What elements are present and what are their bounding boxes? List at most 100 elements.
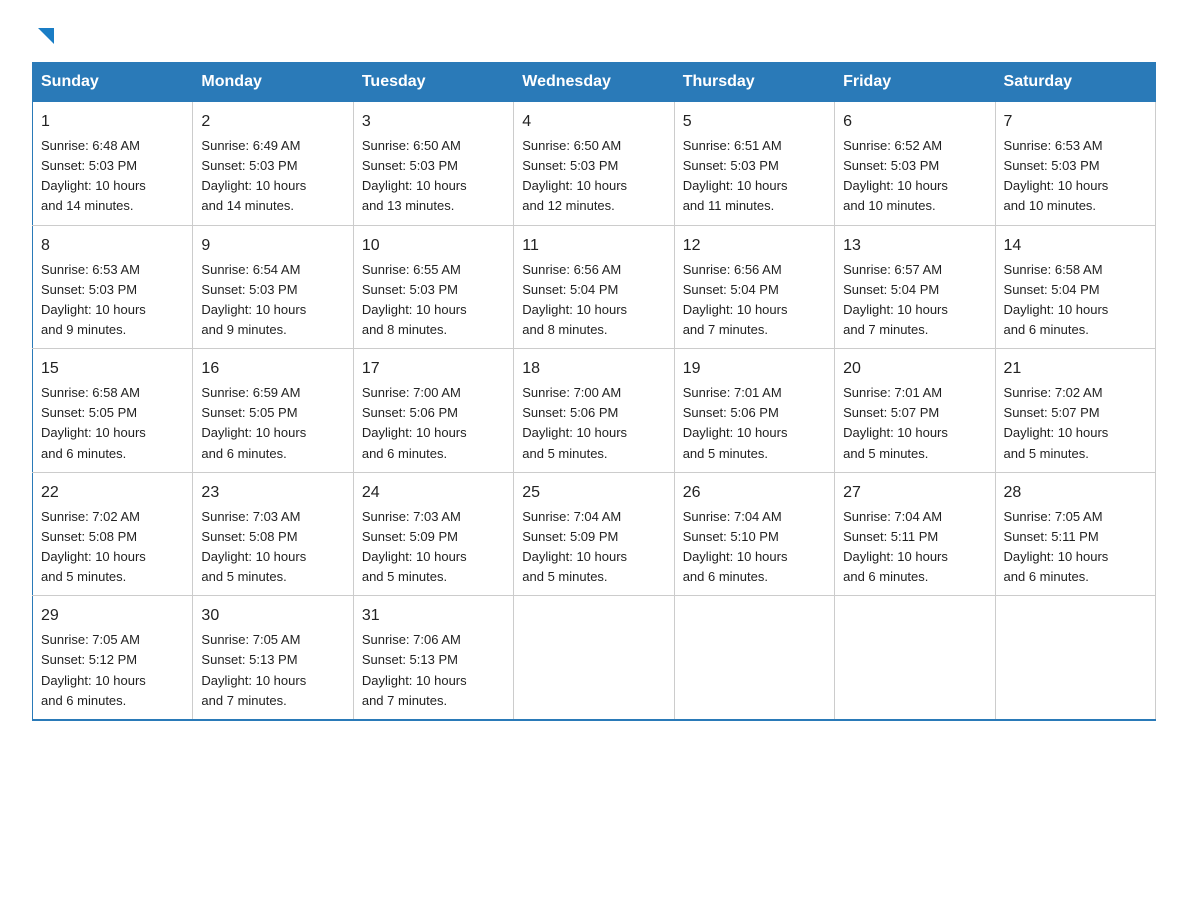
day-info: Sunrise: 7:04 AMSunset: 5:09 PMDaylight:…	[522, 509, 627, 584]
day-number: 19	[683, 357, 826, 381]
week-row-5: 29 Sunrise: 7:05 AMSunset: 5:12 PMDayligh…	[33, 596, 1156, 720]
day-number: 23	[201, 481, 344, 505]
day-number: 11	[522, 234, 665, 258]
day-cell: 11 Sunrise: 6:56 AMSunset: 5:04 PMDayligh…	[514, 225, 674, 349]
day-cell: 20 Sunrise: 7:01 AMSunset: 5:07 PMDayligh…	[835, 349, 995, 473]
day-cell: 22 Sunrise: 7:02 AMSunset: 5:08 PMDayligh…	[33, 472, 193, 596]
day-info: Sunrise: 6:56 AMSunset: 5:04 PMDaylight:…	[522, 262, 627, 337]
day-cell: 18 Sunrise: 7:00 AMSunset: 5:06 PMDayligh…	[514, 349, 674, 473]
col-header-friday: Friday	[835, 63, 995, 102]
day-info: Sunrise: 7:03 AMSunset: 5:08 PMDaylight:…	[201, 509, 306, 584]
calendar-table: SundayMondayTuesdayWednesdayThursdayFrid…	[32, 62, 1156, 721]
day-cell: 1 Sunrise: 6:48 AMSunset: 5:03 PMDaylight…	[33, 102, 193, 226]
day-info: Sunrise: 7:06 AMSunset: 5:13 PMDaylight:…	[362, 632, 467, 707]
day-number: 21	[1004, 357, 1147, 381]
col-header-tuesday: Tuesday	[353, 63, 513, 102]
col-header-monday: Monday	[193, 63, 353, 102]
day-number: 24	[362, 481, 505, 505]
day-cell: 24Sunrise: 7:03 AMSunset: 5:09 PMDayligh…	[353, 472, 513, 596]
day-cell: 12 Sunrise: 6:56 AMSunset: 5:04 PMDayligh…	[674, 225, 834, 349]
day-number: 3	[362, 110, 505, 134]
logo	[32, 24, 56, 46]
day-cell: 26 Sunrise: 7:04 AMSunset: 5:10 PMDayligh…	[674, 472, 834, 596]
day-cell: 29 Sunrise: 7:05 AMSunset: 5:12 PMDayligh…	[33, 596, 193, 720]
day-cell: 3 Sunrise: 6:50 AMSunset: 5:03 PMDaylight…	[353, 102, 513, 226]
day-info: Sunrise: 6:55 AMSunset: 5:03 PMDaylight:…	[362, 262, 467, 337]
day-cell: 16Sunrise: 6:59 AMSunset: 5:05 PMDayligh…	[193, 349, 353, 473]
day-info: Sunrise: 7:04 AMSunset: 5:10 PMDaylight:…	[683, 509, 788, 584]
day-number: 9	[201, 234, 344, 258]
day-cell: 23 Sunrise: 7:03 AMSunset: 5:08 PMDayligh…	[193, 472, 353, 596]
day-number: 12	[683, 234, 826, 258]
day-cell: 27 Sunrise: 7:04 AMSunset: 5:11 PMDayligh…	[835, 472, 995, 596]
day-number: 15	[41, 357, 184, 381]
day-cell: 8Sunrise: 6:53 AMSunset: 5:03 PMDaylight…	[33, 225, 193, 349]
day-cell: 28Sunrise: 7:05 AMSunset: 5:11 PMDayligh…	[995, 472, 1155, 596]
day-info: Sunrise: 6:50 AMSunset: 5:03 PMDaylight:…	[522, 138, 627, 213]
day-cell: 10 Sunrise: 6:55 AMSunset: 5:03 PMDayligh…	[353, 225, 513, 349]
day-cell: 2 Sunrise: 6:49 AMSunset: 5:03 PMDaylight…	[193, 102, 353, 226]
day-number: 6	[843, 110, 986, 134]
day-number: 26	[683, 481, 826, 505]
day-number: 30	[201, 604, 344, 628]
day-info: Sunrise: 7:00 AMSunset: 5:06 PMDaylight:…	[522, 385, 627, 460]
day-number: 25	[522, 481, 665, 505]
col-header-thursday: Thursday	[674, 63, 834, 102]
day-number: 4	[522, 110, 665, 134]
day-info: Sunrise: 7:00 AMSunset: 5:06 PMDaylight:…	[362, 385, 467, 460]
day-cell: 21 Sunrise: 7:02 AMSunset: 5:07 PMDayligh…	[995, 349, 1155, 473]
day-info: Sunrise: 6:53 AMSunset: 5:03 PMDaylight:…	[1004, 138, 1109, 213]
day-info: Sunrise: 7:02 AMSunset: 5:07 PMDaylight:…	[1004, 385, 1109, 460]
day-cell: 9Sunrise: 6:54 AMSunset: 5:03 PMDaylight…	[193, 225, 353, 349]
col-header-sunday: Sunday	[33, 63, 193, 102]
day-cell: 30 Sunrise: 7:05 AMSunset: 5:13 PMDayligh…	[193, 596, 353, 720]
day-info: Sunrise: 6:58 AMSunset: 5:05 PMDaylight:…	[41, 385, 146, 460]
week-row-2: 8Sunrise: 6:53 AMSunset: 5:03 PMDaylight…	[33, 225, 1156, 349]
day-info: Sunrise: 7:01 AMSunset: 5:07 PMDaylight:…	[843, 385, 948, 460]
day-number: 16	[201, 357, 344, 381]
week-row-4: 22 Sunrise: 7:02 AMSunset: 5:08 PMDayligh…	[33, 472, 1156, 596]
day-cell: 17 Sunrise: 7:00 AMSunset: 5:06 PMDayligh…	[353, 349, 513, 473]
day-info: Sunrise: 6:53 AMSunset: 5:03 PMDaylight:…	[41, 262, 146, 337]
day-info: Sunrise: 6:56 AMSunset: 5:04 PMDaylight:…	[683, 262, 788, 337]
logo-triangle-icon	[34, 24, 56, 46]
day-info: Sunrise: 7:04 AMSunset: 5:11 PMDaylight:…	[843, 509, 948, 584]
day-info: Sunrise: 7:05 AMSunset: 5:12 PMDaylight:…	[41, 632, 146, 707]
day-number: 20	[843, 357, 986, 381]
day-number: 17	[362, 357, 505, 381]
day-info: Sunrise: 6:57 AMSunset: 5:04 PMDaylight:…	[843, 262, 948, 337]
week-row-1: 1 Sunrise: 6:48 AMSunset: 5:03 PMDaylight…	[33, 102, 1156, 226]
day-cell: 7 Sunrise: 6:53 AMSunset: 5:03 PMDaylight…	[995, 102, 1155, 226]
day-info: Sunrise: 6:50 AMSunset: 5:03 PMDaylight:…	[362, 138, 467, 213]
day-number: 29	[41, 604, 184, 628]
day-cell: 5Sunrise: 6:51 AMSunset: 5:03 PMDaylight…	[674, 102, 834, 226]
week-row-3: 15 Sunrise: 6:58 AMSunset: 5:05 PMDayligh…	[33, 349, 1156, 473]
day-cell: 25 Sunrise: 7:04 AMSunset: 5:09 PMDayligh…	[514, 472, 674, 596]
day-number: 18	[522, 357, 665, 381]
day-info: Sunrise: 6:51 AMSunset: 5:03 PMDaylight:…	[683, 138, 788, 213]
day-number: 13	[843, 234, 986, 258]
day-info: Sunrise: 7:02 AMSunset: 5:08 PMDaylight:…	[41, 509, 146, 584]
day-number: 2	[201, 110, 344, 134]
day-cell: 13 Sunrise: 6:57 AMSunset: 5:04 PMDayligh…	[835, 225, 995, 349]
day-number: 7	[1004, 110, 1147, 134]
day-number: 27	[843, 481, 986, 505]
day-number: 22	[41, 481, 184, 505]
day-cell: 14Sunrise: 6:58 AMSunset: 5:04 PMDayligh…	[995, 225, 1155, 349]
day-cell	[995, 596, 1155, 720]
day-info: Sunrise: 6:48 AMSunset: 5:03 PMDaylight:…	[41, 138, 146, 213]
col-header-saturday: Saturday	[995, 63, 1155, 102]
day-cell: 4 Sunrise: 6:50 AMSunset: 5:03 PMDaylight…	[514, 102, 674, 226]
day-info: Sunrise: 6:49 AMSunset: 5:03 PMDaylight:…	[201, 138, 306, 213]
day-cell	[674, 596, 834, 720]
day-info: Sunrise: 7:01 AMSunset: 5:06 PMDaylight:…	[683, 385, 788, 460]
day-cell	[514, 596, 674, 720]
day-info: Sunrise: 7:05 AMSunset: 5:13 PMDaylight:…	[201, 632, 306, 707]
day-cell: 6 Sunrise: 6:52 AMSunset: 5:03 PMDaylight…	[835, 102, 995, 226]
day-number: 10	[362, 234, 505, 258]
day-cell: 19 Sunrise: 7:01 AMSunset: 5:06 PMDayligh…	[674, 349, 834, 473]
day-number: 31	[362, 604, 505, 628]
day-info: Sunrise: 6:52 AMSunset: 5:03 PMDaylight:…	[843, 138, 948, 213]
day-number: 1	[41, 110, 184, 134]
day-cell: 31 Sunrise: 7:06 AMSunset: 5:13 PMDayligh…	[353, 596, 513, 720]
